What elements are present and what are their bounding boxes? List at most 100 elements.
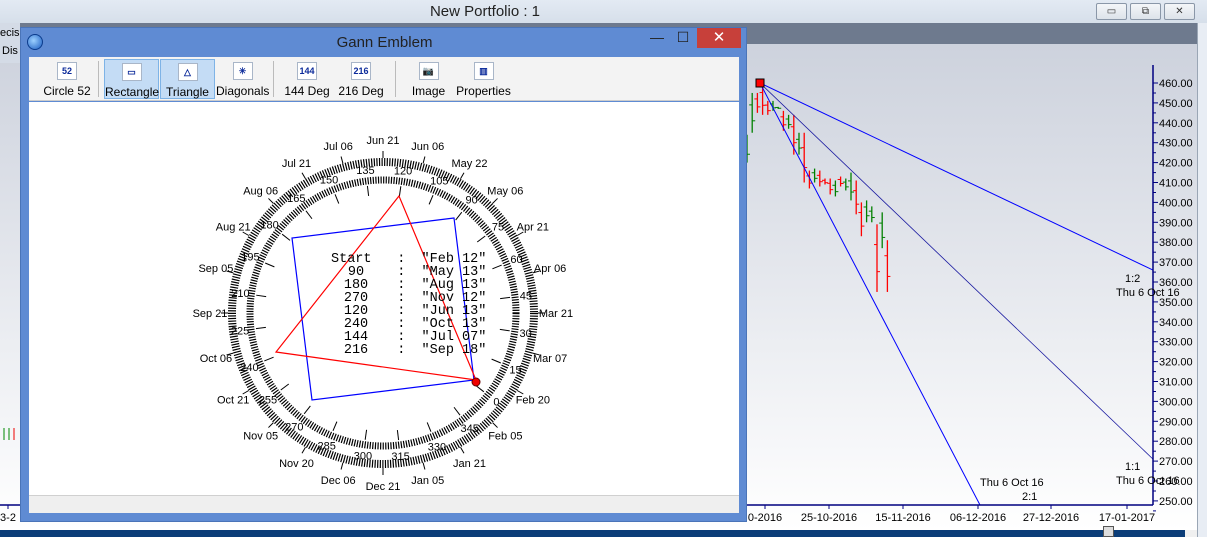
date-tick bbox=[460, 172, 465, 180]
fan-anchor-handle[interactable] bbox=[755, 78, 765, 88]
degree-label: 120 bbox=[394, 165, 412, 177]
degree-tick bbox=[334, 194, 340, 204]
degree-label: 90 bbox=[466, 195, 478, 207]
date-label: Mar 21 bbox=[539, 308, 573, 320]
circle-52-icon: 52 bbox=[57, 62, 77, 80]
date-tick bbox=[340, 156, 344, 164]
diagonals-icon: ✳ bbox=[232, 62, 253, 80]
degree-label: 150 bbox=[320, 174, 338, 186]
degree-tick bbox=[455, 211, 463, 221]
x-tick-label: 27-12-2016 bbox=[1023, 512, 1079, 524]
degree-tick bbox=[364, 429, 368, 440]
degree-label: 60 bbox=[510, 254, 522, 266]
date-label: Feb 20 bbox=[516, 395, 550, 407]
date-tick bbox=[340, 462, 344, 470]
degree-label: 180 bbox=[260, 219, 278, 231]
date-label: Feb 05 bbox=[488, 430, 522, 442]
date-tick bbox=[268, 198, 274, 204]
date-tick bbox=[422, 462, 426, 470]
toolbar-button-label: Image bbox=[411, 84, 446, 98]
gann-window-title: Gann Emblem bbox=[336, 34, 433, 51]
degree-label: 195 bbox=[241, 252, 259, 264]
toolbar-button-diagonals[interactable]: ✳ Diagonals bbox=[216, 59, 269, 99]
date-tick bbox=[242, 390, 250, 395]
degree-label: 105 bbox=[430, 175, 448, 187]
fan-ratio-label: 1:2 bbox=[1125, 273, 1140, 285]
horizontal-scrollbar[interactable] bbox=[0, 530, 1185, 537]
degree-label: 300 bbox=[354, 451, 372, 463]
degree-label: 135 bbox=[356, 165, 374, 177]
y-tick-label: 460.00 bbox=[1159, 78, 1193, 90]
degree-tick bbox=[256, 294, 267, 298]
y-tick-label: 450.00 bbox=[1159, 98, 1193, 110]
toolbar-button-image[interactable]: 📷 Image bbox=[406, 59, 451, 99]
camera-icon: 📷 bbox=[418, 62, 439, 80]
toolbar-button-label: Diagonals bbox=[216, 84, 270, 98]
fan-date-label: Thu 6 Oct 16 bbox=[1116, 287, 1180, 299]
x-tick-label: 06-12-2016 bbox=[950, 512, 1006, 524]
toolbar-button-label: Rectangle bbox=[105, 85, 160, 99]
date-tick bbox=[492, 422, 498, 428]
degree-tick bbox=[264, 262, 275, 268]
date-label: Sep 21 bbox=[193, 308, 228, 320]
gann-close-button[interactable]: ✕ bbox=[697, 28, 741, 48]
gann-minimize-button[interactable]: — bbox=[647, 29, 667, 49]
degree-tick bbox=[499, 328, 510, 332]
degree-tick bbox=[255, 326, 266, 330]
date-tick bbox=[492, 198, 498, 204]
toolbar-button-properties[interactable]: ▥ Properties bbox=[456, 59, 511, 99]
date-label: Nov 05 bbox=[243, 430, 278, 442]
date-tick bbox=[301, 446, 306, 454]
toolbar-button-label: 144 Deg bbox=[284, 84, 330, 98]
gann-maximize-button[interactable]: ☐ bbox=[673, 29, 693, 49]
degree-label: 240 bbox=[240, 362, 258, 374]
date-label: Jun 06 bbox=[411, 141, 444, 153]
y-tick-label: 440.00 bbox=[1159, 118, 1193, 130]
gann-canvas: Feb 20 Mar 07 Mar 21 Apr 06 Apr 21 May 06 May … bbox=[29, 102, 739, 495]
left-tabs: ecis Dis bbox=[0, 23, 20, 63]
left-tab[interactable]: Dis bbox=[0, 43, 20, 59]
window-edge bbox=[1197, 23, 1207, 537]
degree-label: 15 bbox=[509, 364, 521, 376]
y-tick-label: 250.00 bbox=[1159, 496, 1193, 508]
degree-tick bbox=[428, 194, 434, 205]
app-restore-button[interactable]: ⧉ bbox=[1130, 3, 1161, 20]
degree-tick bbox=[281, 233, 291, 241]
toolbar-button-216-deg[interactable]: 216 216 Deg bbox=[335, 59, 387, 99]
left-tab[interactable]: ecis bbox=[0, 23, 20, 43]
date-label: May 06 bbox=[487, 186, 523, 198]
degree-tick bbox=[280, 383, 290, 391]
y-tick-label: 390.00 bbox=[1159, 217, 1193, 229]
degree-label: 75 bbox=[492, 221, 504, 233]
start-marker bbox=[471, 377, 481, 387]
degree-label: 255 bbox=[259, 395, 277, 407]
gann-toolbar: 52 Circle 52 ▭ Rectangle △ Triangle ✳ Diagonals… bbox=[29, 57, 739, 101]
toolbar-button-rectangle[interactable]: ▭ Rectangle bbox=[104, 59, 159, 99]
degree-tick bbox=[453, 406, 461, 416]
fan-date-label: Thu 6 Oct 16 bbox=[980, 477, 1044, 489]
rectangle-icon: ▭ bbox=[121, 63, 142, 81]
y-tick-label: 370.00 bbox=[1159, 257, 1193, 269]
toolbar-button-144-deg[interactable]: 144 144 Deg bbox=[283, 59, 331, 99]
216-deg-icon: 216 bbox=[351, 62, 371, 80]
app-minimize-button[interactable]: ▭ bbox=[1096, 3, 1127, 20]
gann-info-table: Start : "Feb 12" 90 : "May 13" 180 : "Aug … bbox=[331, 253, 486, 358]
degree-label: 30 bbox=[519, 328, 531, 340]
date-label: Dec 21 bbox=[366, 481, 401, 493]
date-tick bbox=[301, 172, 306, 180]
degree-tick bbox=[396, 430, 400, 441]
x-tick-label: 3-2 bbox=[0, 512, 16, 524]
toolbar-button-label: Circle 52 bbox=[43, 84, 91, 98]
gann-emblem-window: Gann Emblem — ☐ ✕ 52 Circle 52 ▭ Rectangle △… bbox=[20, 27, 747, 522]
toolbar-button-triangle[interactable]: △ Triangle bbox=[160, 59, 215, 99]
y-tick-label: 310.00 bbox=[1159, 377, 1193, 389]
degree-label: 285 bbox=[318, 441, 336, 453]
app-close-button[interactable]: ✕ bbox=[1164, 3, 1195, 20]
y-tick-label: 430.00 bbox=[1159, 138, 1193, 150]
date-label: Aug 21 bbox=[216, 222, 251, 234]
y-tick-label: 400.00 bbox=[1159, 197, 1193, 209]
degree-tick bbox=[492, 264, 502, 270]
toolbar-button-circle-52[interactable]: 52 Circle 52 bbox=[41, 59, 93, 99]
scrollbar-thumb[interactable] bbox=[1103, 526, 1114, 537]
degree-tick bbox=[475, 385, 485, 393]
